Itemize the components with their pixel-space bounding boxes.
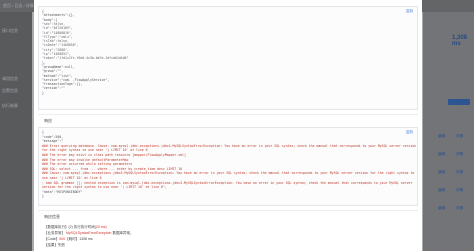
code-line: "version":"": [42, 86, 66, 91]
result-line-text: 【Code】: [44, 237, 60, 241]
code-line: for the right syntax to use near ') LIMI…: [42, 148, 148, 153]
response-section-title: 响应: [44, 118, 52, 123]
code-line: "data":"RESPONSEBODY": [42, 189, 83, 194]
result-line: 【业务异常】 MySQLSyntaxErrorException 数据库异常。: [44, 231, 134, 236]
code-line: ### The error may involve defaultParamet…: [42, 157, 129, 162]
code-line: "code":500,: [42, 134, 64, 139]
result-line-text: 【数据库执行】(2) 执行执行时间: [44, 225, 95, 229]
code-line: ### Error querying database. Cause: com.…: [42, 143, 417, 148]
code-line: ; bad SQL grammar []; nested exception i…: [42, 180, 413, 185]
code-line: ### The error occurred while setting par…: [42, 162, 133, 167]
copy-request-button[interactable]: 复制: [406, 9, 413, 14]
result-line: 【数据库执行】(2) 执行执行时间(20 ms): [44, 225, 107, 230]
code-line: {: [42, 130, 44, 134]
code-line: version for the right syntax to use near…: [42, 185, 167, 190]
result-line-highlight: (20 ms): [94, 225, 107, 229]
result-line-text: 数据库异常。: [111, 231, 134, 235]
code-line: }: [42, 194, 44, 199]
request-code-box: 复制 { "attachments":{}, "body":{ "sex":fa…: [38, 6, 418, 110]
result-line-text: 【业务异常】: [44, 231, 66, 235]
result-line: 【Code】500【耗时】1308 ms: [44, 237, 93, 242]
copy-response-button[interactable]: 复制: [406, 130, 413, 135]
result-line-text: 【结果】失败: [44, 243, 65, 247]
result-line: 【结果】失败: [44, 243, 65, 248]
divider: [38, 114, 418, 115]
code-line: use near ') LIMIT 10' at line 6: [42, 176, 102, 180]
code-line: ### The error may exist in class path re…: [42, 153, 186, 157]
code-line: ### Cause: com.mysql.jdbc.exceptions.jdb…: [42, 171, 415, 176]
result-section-title: 响应信息: [44, 214, 60, 219]
code-line: ### SQL: select ... from ... where ... o…: [42, 166, 183, 171]
code-line: "token":"1fd1c2fc-f6e0-4c5b-bb7a-1dfcdb2…: [42, 56, 129, 61]
divider: [38, 210, 418, 211]
response-code-box: 复制 { "code":500, "message":" ### Error q…: [38, 127, 418, 206]
code-line: "message":": [42, 139, 64, 144]
code-line: }: [42, 90, 44, 95]
result-line-highlight: MySQLSyntaxErrorException: [65, 231, 112, 235]
result-line-text: 【耗时】1308 ms: [65, 237, 93, 241]
